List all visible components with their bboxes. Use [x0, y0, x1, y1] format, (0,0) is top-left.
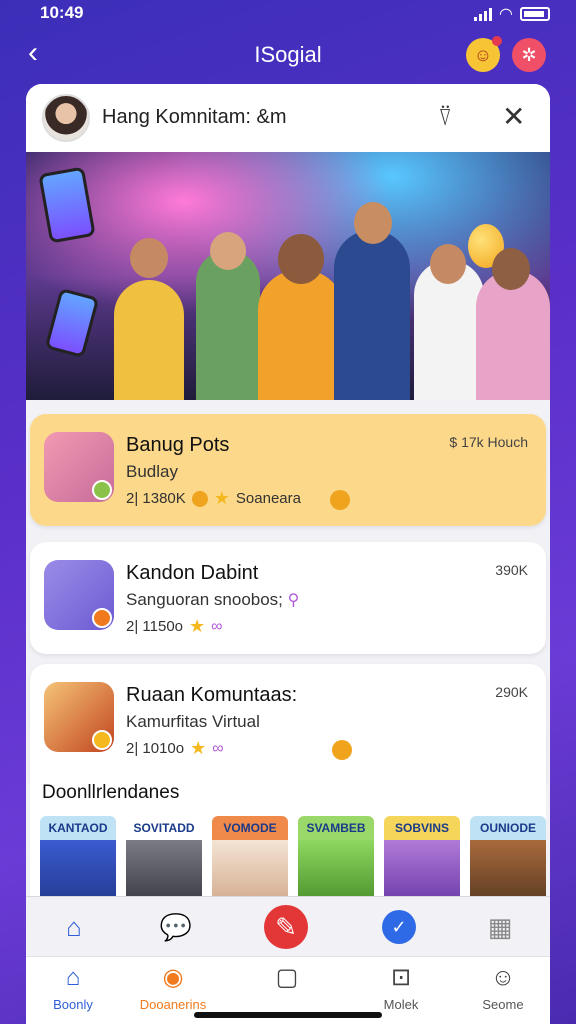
list-item[interactable]: Ruaan Komuntaas: Kamurfitas Virtual 2| 1… — [30, 664, 546, 782]
smiley-notification-icon[interactable]: ☺ — [466, 36, 502, 72]
nav-bar: ‹ ISogial ☺ ✲ — [0, 30, 576, 80]
card-title: Kandon Dabint — [126, 562, 259, 584]
grid-icon[interactable]: ▦ — [480, 907, 520, 947]
battery-icon — [520, 7, 550, 21]
chat-square-icon: ⊡ — [390, 964, 412, 991]
star-icon: ★ — [189, 616, 206, 636]
card-stat: 390K — [495, 562, 528, 578]
close-icon[interactable]: ✕ — [502, 100, 525, 133]
coin-icon — [191, 490, 208, 507]
card-meta: 2| 1380K ★ Soaneara — [126, 488, 301, 508]
status-icons: ◠ — [473, 4, 550, 24]
list-item[interactable]: Banug Pots Budlay 2| 1380K ★ Soaneara $ … — [30, 414, 546, 526]
card-stat: 290K — [495, 684, 528, 700]
person-figure — [196, 250, 260, 400]
card-subtitle: Budlay — [126, 462, 178, 481]
recommendation-card[interactable]: VOMODE — [212, 816, 288, 906]
recommendations-row: KANTAOD SOVITADD VOMODE SVAMBEB SOBVINS … — [40, 816, 550, 906]
section-title: Doonllrlendanes — [42, 782, 180, 803]
star-icon: ★ — [213, 488, 230, 508]
compose-button[interactable]: ✎ — [264, 905, 308, 949]
tab-account[interactable]: ☺ Seome — [458, 963, 548, 1012]
wifi-icon: ◠ — [499, 6, 512, 23]
card-thumbnail — [44, 432, 114, 502]
recommendation-card[interactable]: KANTAOD — [40, 816, 116, 906]
home-indicator — [194, 1012, 382, 1018]
gift-icon[interactable]: ✲ — [512, 38, 546, 72]
link-icon: ∞ — [212, 739, 224, 757]
phone-illustration-icon — [38, 166, 96, 244]
verified-icon[interactable]: ✓ — [382, 910, 416, 944]
home-icon: ⌂ — [65, 964, 81, 991]
community-header: Hang Komnitam: &m ⍢ ✕ — [26, 84, 550, 152]
community-title: Hang Komnitam: &m — [102, 106, 287, 128]
phone-illustration-icon — [44, 287, 100, 359]
card-thumbnail — [44, 560, 114, 630]
link-icon: ∞ — [211, 617, 223, 635]
coin-icon — [332, 740, 352, 760]
card-title: Ruaan Komuntaas: — [126, 684, 298, 706]
card-thumbnail — [44, 682, 114, 752]
profile-badge-icon: ◉ — [162, 964, 184, 991]
tab-profile[interactable]: ◉ Dooanerins — [128, 963, 218, 1012]
status-bar: 10:49 ◠ — [0, 0, 576, 28]
recommendation-card[interactable]: SOVITADD — [126, 816, 202, 906]
card-meta: 2| 1010o ★ ∞ — [126, 738, 224, 758]
signal-icon — [473, 7, 492, 21]
person-icon: ☺ — [490, 964, 516, 991]
recommendation-card[interactable]: SOBVINS — [384, 816, 460, 906]
star-icon: ★ — [190, 738, 207, 758]
coin-icon — [330, 490, 350, 510]
card-title: Banug Pots — [126, 434, 230, 456]
notification-icon[interactable]: ⍢ — [438, 104, 452, 132]
tab-square[interactable]: ▢ — [242, 963, 332, 997]
card-subtitle: Kamurfitas Virtual — [126, 712, 260, 731]
tab-home[interactable]: ⌂ Boonly — [28, 963, 118, 1012]
card-subtitle: Sanguoran snoobos; ⚲ — [126, 590, 300, 609]
hero-image — [26, 152, 550, 400]
chat-bubble-icon[interactable]: 💬 — [156, 907, 196, 947]
home-icon[interactable]: ⌂ — [54, 907, 94, 947]
person-figure — [334, 230, 410, 400]
card-meta: 2| 1150o ★ ∞ — [126, 616, 223, 636]
recommendation-card[interactable]: SVAMBEB — [298, 816, 374, 906]
square-icon: ▢ — [275, 964, 299, 991]
person-figure — [114, 280, 184, 400]
avatar[interactable] — [42, 94, 90, 142]
recommendation-card[interactable]: OUNIODE — [470, 816, 546, 906]
status-time: 10:49 — [40, 3, 84, 22]
card-stat: $ 17k Houch — [449, 434, 528, 450]
main-panel: Hang Komnitam: &m ⍢ ✕ Banug Pots Budlay … — [26, 84, 550, 1024]
person-figure — [258, 270, 344, 400]
list-item[interactable]: Kandon Dabint Sanguoran snoobos; ⚲ 2| 11… — [30, 542, 546, 654]
location-pin-icon: ⚲ — [287, 592, 300, 609]
action-bar: ⌂ 💬 ✎ ✓ ▦ — [26, 896, 550, 956]
tab-messages[interactable]: ⊡ Molek — [356, 963, 446, 1012]
